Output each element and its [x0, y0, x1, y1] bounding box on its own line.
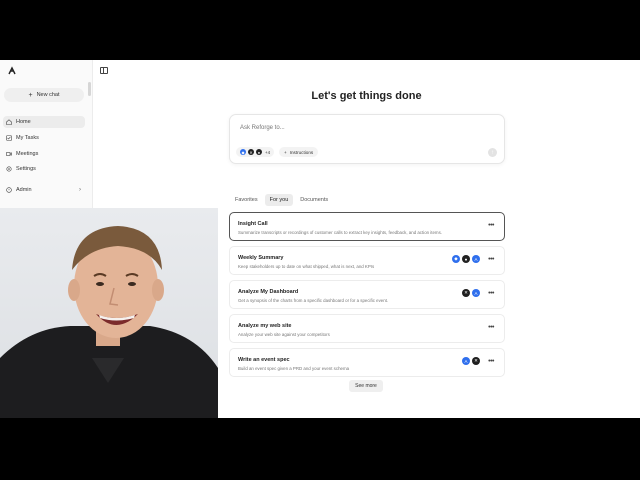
webcam-overlay [0, 208, 218, 418]
plus-icon: + [284, 149, 287, 155]
send-button[interactable]: ↑ [488, 148, 497, 157]
presenter-video [0, 226, 218, 418]
template-card-insight-call[interactable]: Insight Call Summarize transcripts or re… [229, 212, 505, 241]
tab-favorites[interactable]: Favorites [230, 194, 263, 206]
sidebar-toggle-icon[interactable] [100, 67, 108, 74]
template-card-weekly-summary[interactable]: Weekly Summary Keep stakeholders up to d… [229, 246, 505, 275]
new-chat-button[interactable]: + New chat [4, 88, 84, 102]
card-title: Insight Call [238, 221, 268, 227]
tasks-icon [6, 135, 12, 141]
tools-selector[interactable]: ◆ ✕ ● +4 [236, 147, 275, 157]
gear-icon [6, 166, 12, 172]
jira-icon: ◆ [240, 149, 246, 155]
card-description: Summarize transcripts or recordings of c… [238, 230, 443, 235]
integration-icons: ◆ ● A [450, 255, 480, 263]
sidebar-item-home[interactable]: Home [3, 116, 85, 128]
prompt-input[interactable]: Ask Reforge to... [240, 125, 285, 131]
more-options-icon[interactable]: ••• [488, 222, 494, 229]
chevron-right-icon: › [79, 187, 81, 193]
instructions-button[interactable]: + Instructions [279, 147, 319, 157]
sidebar-item-label: Admin [16, 187, 32, 193]
prompt-composer[interactable]: Ask Reforge to... ◆ ✕ ● +4 + Instruction… [229, 114, 505, 164]
template-tabs: Favorites For you Documents [230, 194, 335, 206]
more-options-icon[interactable]: ••• [488, 256, 494, 263]
sidebar-scrollbar[interactable] [88, 82, 91, 96]
card-title: Analyze My Dashboard [238, 289, 299, 295]
page-title: Let's get things done [311, 90, 422, 102]
confluence-icon: ✕ [248, 149, 254, 155]
tools-more-count: +4 [265, 149, 271, 155]
card-description: Analyze your web site against your compe… [238, 332, 330, 337]
admin-icon [6, 187, 12, 193]
template-card-analyze-web-site[interactable]: Analyze my web site Analyze your web sit… [229, 314, 505, 343]
more-options-icon[interactable]: ••• [488, 290, 494, 297]
jira-icon: ◆ [452, 255, 460, 263]
sidebar-item-label: Home [16, 119, 31, 125]
card-title: Analyze my web site [238, 323, 292, 329]
meetings-icon [6, 152, 12, 156]
instructions-label: Instructions [289, 149, 314, 155]
card-title: Write an event spec [238, 357, 290, 363]
sidebar-item-label: Meetings [16, 151, 39, 157]
more-options-icon[interactable]: ••• [488, 324, 494, 331]
new-chat-label: New chat [36, 92, 60, 98]
template-card-event-spec[interactable]: Write an event spec Build an event spec … [229, 348, 505, 377]
mixpanel-icon: ✕ [462, 289, 470, 297]
sidebar-item-my-tasks[interactable]: My Tasks [3, 132, 85, 144]
integration-icons: ✕ A [460, 289, 480, 297]
sidebar-item-label: Settings [16, 166, 36, 172]
plus-icon: + [28, 91, 33, 99]
home-icon [6, 119, 12, 125]
card-description: Build an event spec given a PRD and your… [238, 366, 350, 371]
more-options-icon[interactable]: ••• [488, 358, 494, 365]
amplitude-icon: A [462, 357, 470, 365]
card-description: Keep stakeholders up to date on what shi… [238, 264, 375, 269]
sidebar-item-settings[interactable]: Settings [3, 163, 85, 175]
tab-for-you[interactable]: For you [264, 194, 294, 206]
tab-documents[interactable]: Documents [295, 194, 333, 206]
github-icon: ● [256, 149, 262, 155]
mixpanel-icon: ✕ [472, 357, 480, 365]
see-more-button[interactable]: See more [349, 380, 383, 392]
github-icon: ● [462, 255, 470, 263]
amplitude-icon: A [472, 289, 480, 297]
template-card-analyze-dashboard[interactable]: Analyze My Dashboard Get a synopsis of t… [229, 280, 505, 309]
integration-icons: A ✕ [460, 357, 480, 365]
card-description: Get a synopsis of the charts from a spec… [238, 298, 389, 303]
sidebar-item-meetings[interactable]: Meetings [3, 148, 85, 160]
sidebar-item-label: My Tasks [16, 135, 39, 141]
amplitude-icon: A [472, 255, 480, 263]
reforge-logo-icon[interactable] [7, 66, 17, 76]
app-window: + New chat Home My Tasks Meetings Settin… [0, 60, 640, 418]
card-title: Weekly Summary [238, 255, 284, 261]
sidebar-item-admin[interactable]: Admin › [3, 184, 85, 196]
